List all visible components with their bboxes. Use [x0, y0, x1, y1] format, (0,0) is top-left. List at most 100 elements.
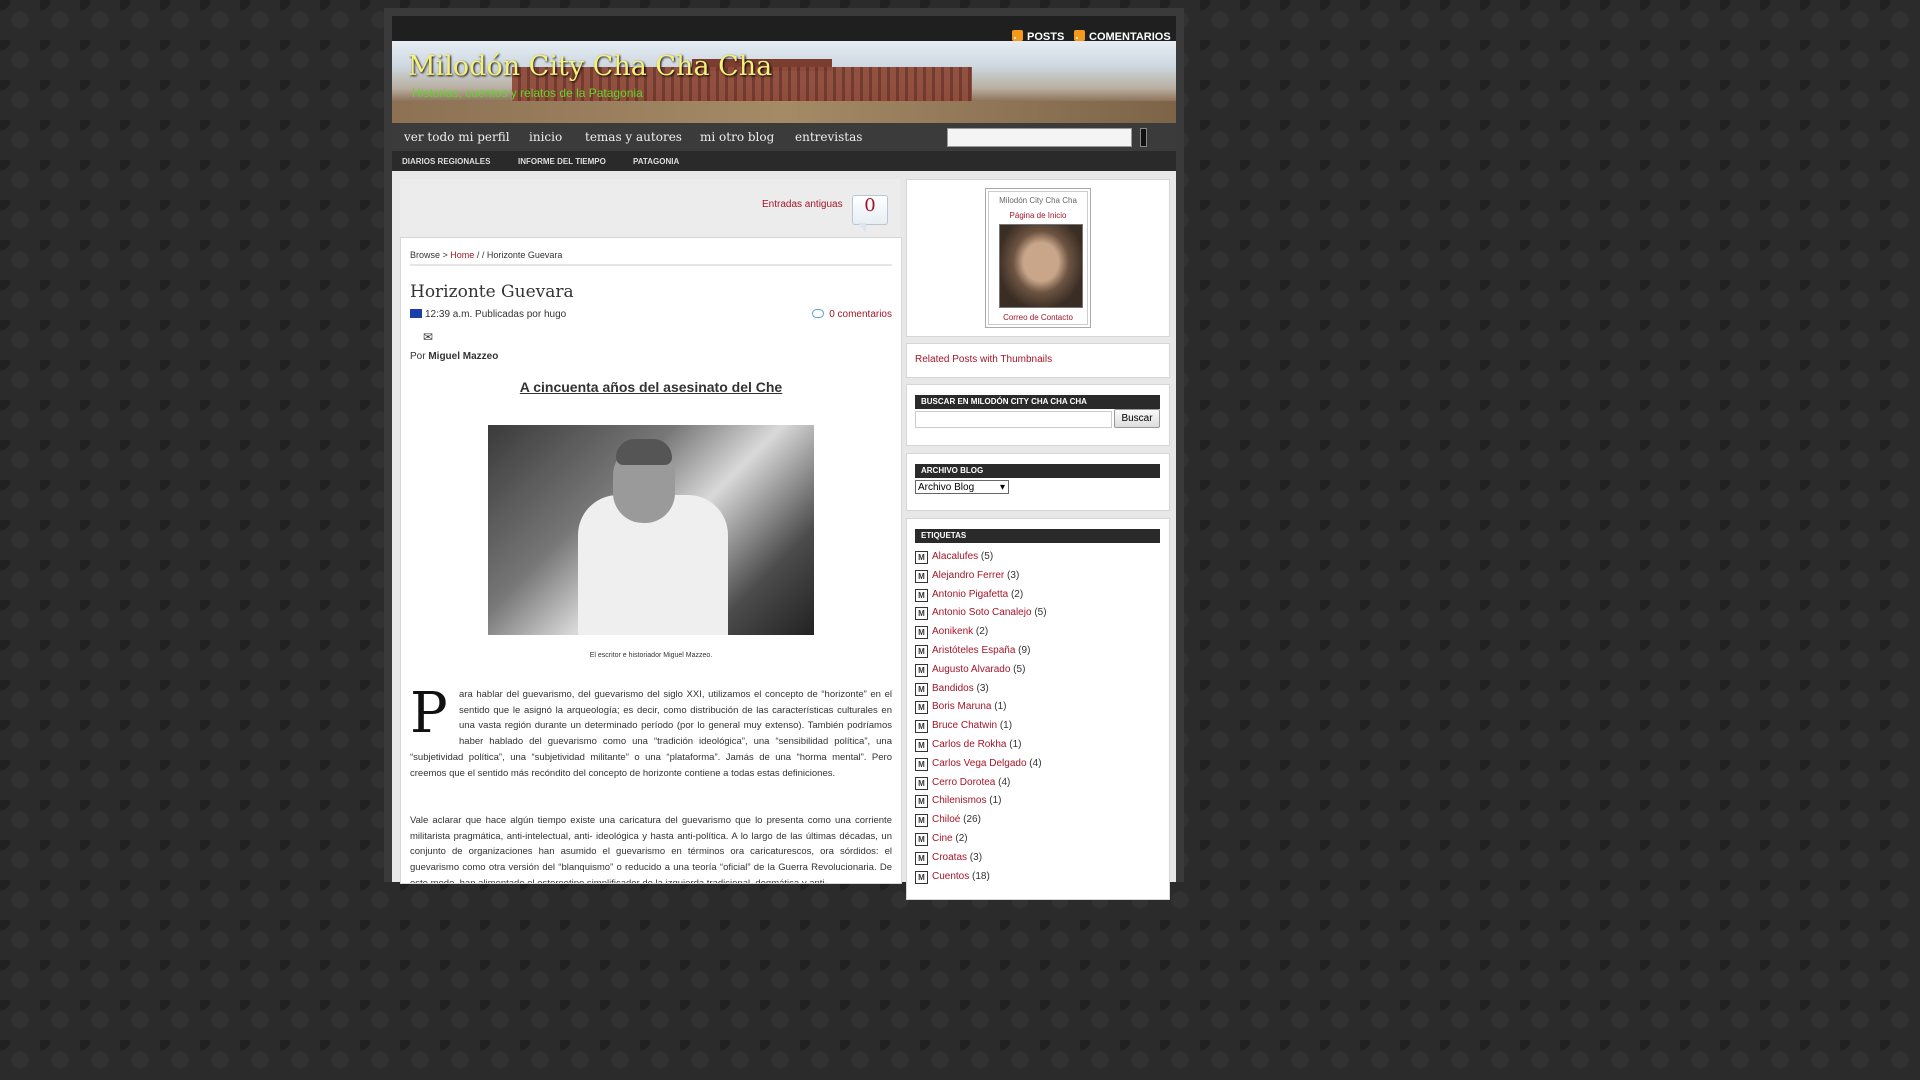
nav-item-home[interactable]: inicio	[529, 130, 562, 144]
nav-search-button[interactable]	[1140, 128, 1147, 147]
tag-label[interactable]: Carlos Vega Delgado	[932, 758, 1027, 769]
tag-item[interactable]: M Cine (2)	[915, 833, 968, 846]
tag-icon: M	[915, 776, 928, 790]
nav-item-profile[interactable]: ver todo mi perfil	[404, 130, 510, 144]
tag-label[interactable]: Augusto Alvarado	[932, 664, 1010, 675]
subnav-item-regional[interactable]: DIARIOS REGIONALES	[402, 157, 490, 166]
tags-widget: ETIQUETAS M Alacalufes (5) M Alejandro Ferr…	[906, 518, 1170, 900]
tag-item[interactable]: M Croatas (3)	[915, 851, 982, 865]
nav-search-input[interactable]	[947, 128, 1132, 147]
tag-label[interactable]: Aonikenk	[932, 626, 973, 637]
tag-label[interactable]: Cuentos	[932, 871, 969, 882]
archive-widget-title: ARCHIVO BLOG	[915, 464, 1160, 478]
tag-icon: M	[915, 833, 928, 846]
tag-icon: M	[915, 551, 928, 564]
search-button[interactable]: Buscar	[1114, 409, 1160, 428]
tag-label[interactable]: Carlos de Rokha	[932, 739, 1006, 750]
tag-icon: M	[915, 870, 928, 884]
tag-item[interactable]: M Cerro Dorotea (4)	[915, 776, 1010, 790]
breadcrumb: Browse > Home / / Horizonte Guevara	[410, 250, 563, 260]
tag-label[interactable]: Alacalufes	[932, 551, 978, 562]
tag-icon: M	[915, 663, 928, 677]
tag-label[interactable]: Alejandro Ferrer	[932, 570, 1004, 581]
subnav-item-weather[interactable]: INFORME DEL TIEMPO	[518, 157, 606, 166]
tag-icon: M	[915, 569, 928, 583]
search-widget: BUSCAR EN MILODÓN CITY CHA CHA CHA Busca…	[906, 384, 1170, 446]
tag-count: (5)	[1013, 663, 1026, 675]
site-title[interactable]: Milodón City Cha Cha Cha	[408, 51, 772, 82]
nav-item-topics[interactable]: temas y autores	[585, 130, 682, 144]
tag-label[interactable]: Bandidos	[932, 683, 974, 694]
rss-icon	[1012, 30, 1023, 41]
tag-icon: M	[915, 814, 928, 828]
tag-count: (9)	[1018, 645, 1031, 656]
photo-caption: El escritor e historiador Miguel Mazzeo.	[589, 652, 713, 659]
tag-count: (4)	[1029, 757, 1042, 769]
tag-item[interactable]: M Chilenismos (1)	[915, 795, 1002, 809]
tag-label[interactable]: Aristóteles España	[932, 645, 1015, 656]
post-headline: A cincuenta años del asesinato del Che	[519, 379, 783, 395]
tag-item[interactable]: M Aristóteles España (9)	[915, 645, 1030, 658]
subnav-item-patagonia[interactable]: PATAGONIA	[633, 157, 679, 166]
avatar[interactable]	[999, 224, 1083, 308]
tag-label[interactable]: Cerro Dorotea	[932, 777, 995, 788]
tag-item[interactable]: M Bruce Chatwin (1)	[915, 720, 1012, 734]
tag-icon: M	[915, 645, 928, 658]
tag-count: (1)	[989, 795, 1002, 807]
tag-count: (3)	[1007, 569, 1020, 581]
comment-bubble-tail	[858, 223, 866, 233]
tag-item[interactable]: M Chiloé (26)	[915, 814, 981, 828]
tag-icon: M	[915, 795, 928, 809]
sidebar-search-input[interactable]	[915, 411, 1112, 428]
sub-nav: DIARIOS REGIONALES INFORME DEL TIEMPO PA…	[392, 151, 1176, 171]
tag-item[interactable]: M Alacalufes (5)	[915, 551, 993, 564]
tag-label[interactable]: Croatas	[932, 852, 967, 863]
email-post-icon[interactable]: ✉	[423, 330, 433, 344]
tag-item[interactable]: M Carlos Vega Delgado (4)	[915, 757, 1042, 771]
profile-home-link[interactable]: Página de Inicio	[989, 211, 1087, 220]
tag-label[interactable]: Boris Maruna	[932, 701, 991, 712]
tag-count: (2)	[975, 626, 989, 638]
related-posts-link[interactable]: Related Posts with Thumbnails	[915, 354, 1052, 365]
blog-header: Milodón City Cha Cha Cha Historias, cuen…	[392, 41, 1176, 123]
tag-icon: M	[915, 701, 928, 715]
tag-item[interactable]: M Aonikenk (2)	[915, 626, 989, 640]
older-entries-link[interactable]: Entradas antiguas	[762, 199, 843, 210]
archive-select[interactable]: Archivo Blog	[915, 480, 1009, 495]
tag-item[interactable]: M Antonio Soto Canalejo (5)	[915, 607, 1047, 621]
comment-count-bubble[interactable]: 0	[852, 195, 888, 225]
tag-label[interactable]: Bruce Chatwin	[932, 720, 997, 731]
tag-item[interactable]: M Bandidos (3)	[915, 682, 989, 696]
tag-label[interactable]: Antonio Pigafetta	[932, 589, 1008, 600]
post-paragraph: Vale aclarar que hace algún tiempo exist…	[410, 815, 892, 884]
tag-label[interactable]: Antonio Soto Canalejo	[932, 607, 1032, 618]
main-nav: ver todo mi perfil inicio temas y autore…	[392, 123, 1176, 152]
tag-item[interactable]: M Antonio Pigafetta (2)	[915, 588, 1023, 602]
tag-icon: M	[915, 626, 928, 640]
post-title[interactable]: Horizonte Guevara	[410, 282, 574, 302]
comments-link[interactable]: 0 comentarios	[812, 309, 892, 320]
breadcrumb-home-link[interactable]: Home	[450, 250, 474, 260]
tag-label[interactable]: Chilenismos	[932, 795, 986, 806]
nav-item-other-blog[interactable]: mi otro blog	[700, 130, 774, 144]
page-wrapper: POSTS COMENTARIOS Milodón City Cha Cha C…	[384, 8, 1184, 900]
tag-label[interactable]: Chiloé	[932, 814, 960, 825]
tag-item[interactable]: M Carlos de Rokha (1)	[915, 739, 1022, 752]
nav-item-interviews[interactable]: entrevistas	[795, 130, 862, 144]
sidebar: Milodón City Cha Cha Página de Inicio Co…	[906, 179, 1170, 900]
search-widget-title: BUSCAR EN MILODÓN CITY CHA CHA CHA	[915, 395, 1160, 409]
post-nav-strip: Entradas antiguas 0	[400, 179, 900, 237]
tag-item[interactable]: M Cuentos (18)	[915, 870, 990, 884]
tag-item[interactable]: M Alejandro Ferrer (3)	[915, 569, 1020, 583]
tag-label[interactable]: Cine	[932, 833, 953, 844]
flag-icon	[410, 309, 422, 318]
tag-count: (1)	[1009, 739, 1022, 750]
archive-widget: ARCHIVO BLOG Archivo Blog	[906, 453, 1170, 511]
tag-count: (2)	[955, 833, 968, 844]
tag-item[interactable]: M Boris Maruna (1)	[915, 701, 1006, 715]
author-photo	[488, 425, 814, 635]
comment-icon	[812, 309, 825, 318]
tag-icon: M	[915, 757, 928, 771]
profile-contact-link[interactable]: Correo de Contacto	[989, 313, 1087, 322]
tag-item[interactable]: M Augusto Alvarado (5)	[915, 663, 1026, 677]
